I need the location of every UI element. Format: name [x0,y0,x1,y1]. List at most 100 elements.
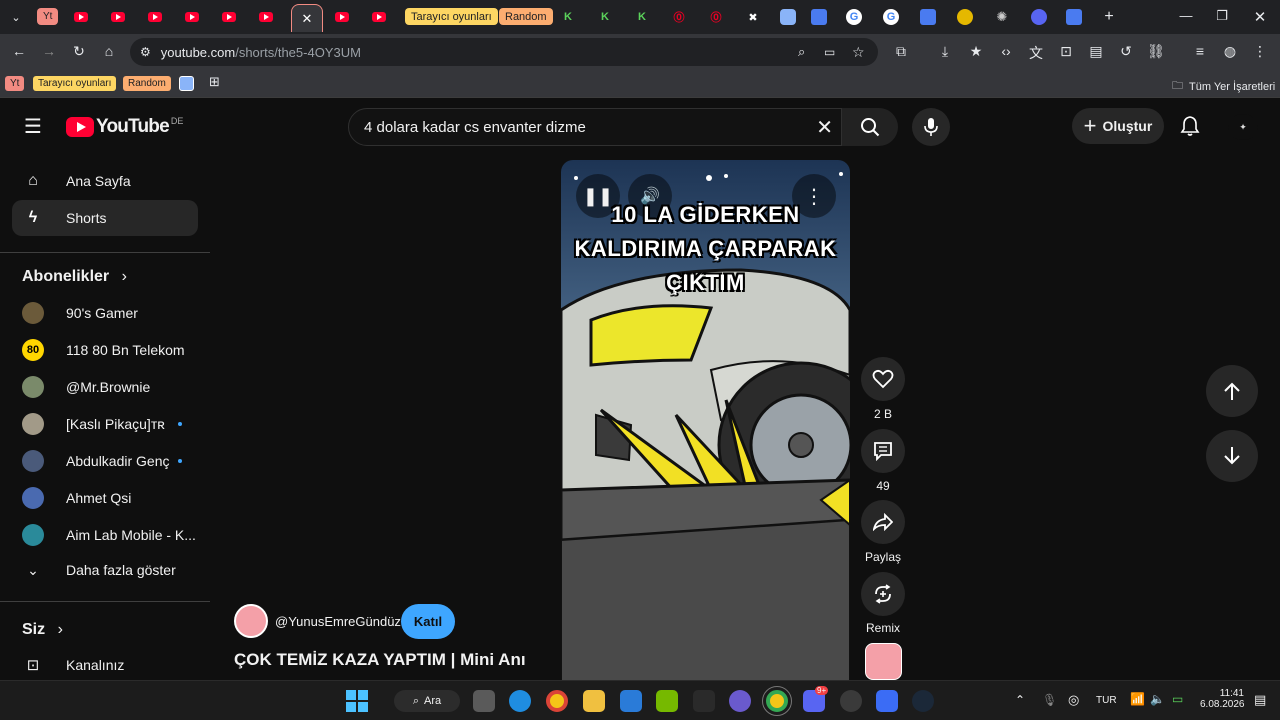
language-indicator[interactable]: TUR [1096,695,1117,706]
next-short-button[interactable] [1206,430,1258,482]
chat-app-icon[interactable] [729,690,751,712]
sidebar-panel-icon[interactable]: ▤ [1087,43,1105,60]
history-icon[interactable]: ↺ [1117,43,1135,60]
roblox-favicon-icon[interactable] [811,9,827,25]
subscription-item[interactable]: @Mr.Brownie [12,369,198,405]
menu-kebab-icon[interactable]: ⋮ [1251,43,1269,60]
forward-icon[interactable]: → [40,43,58,59]
show-more-button[interactable]: ⌄ Daha fazla göster [12,552,198,588]
roblox-favicon-icon[interactable] [1066,9,1082,25]
search-input[interactable]: 4 dolara kadar cs envanter dizme ✕ [348,108,842,146]
tray-app-icon[interactable]: ◎ [1068,692,1079,708]
bookmark-folder-yt[interactable]: Yt [5,76,25,91]
all-bookmarks-link[interactable]: Tüm Yer İşaretleri [1189,81,1275,93]
sound-thumbnail[interactable] [865,643,902,680]
pinterest-favicon-icon[interactable]: ⓪ [668,6,690,28]
roblox-favicon-icon[interactable] [920,9,936,25]
speaker-icon[interactable]: 🔈 [1150,692,1165,706]
mail-icon[interactable] [620,690,642,712]
edge-icon[interactable] [509,690,531,712]
shorts-video-player[interactable]: ❚❚ 🔊 ⋮ 10 LA GİDERKEN KALDIRIMA ÇARPARAK… [561,160,850,682]
you-header[interactable]: Siz › [22,621,63,639]
bookmark-square-icon[interactable] [179,76,194,91]
restore-icon[interactable]: ❐ [1212,8,1232,24]
tray-mic-icon[interactable]: 🎙 [1042,693,1057,707]
bookmark-star-icon[interactable]: ☆ [852,44,865,61]
comments-button[interactable] [861,429,905,473]
youtube-tab[interactable] [251,6,281,28]
channel-avatar[interactable] [234,604,268,638]
apps-grid-icon[interactable]: ⊞ [204,74,225,89]
wifi-icon[interactable]: 📶 [1130,692,1145,706]
active-tab-close-icon[interactable]: ✕ [291,4,323,32]
previous-short-button[interactable] [1206,365,1258,417]
k-game-favicon-icon[interactable]: K [631,6,653,28]
file-explorer-icon[interactable] [583,690,605,712]
like-button[interactable] [861,357,905,401]
coin-favicon-icon[interactable] [957,9,973,25]
steam-icon[interactable] [912,690,934,712]
minimize-icon[interactable]: — [1176,8,1196,23]
back-icon[interactable]: ← [10,43,28,59]
hamburger-menu-icon[interactable]: ☰ [24,117,42,137]
screenshot-icon[interactable]: ⊡ [1057,43,1075,60]
app-icon[interactable] [693,690,715,712]
sidebar-item-shorts[interactable]: ϟ Shorts [12,200,198,236]
home-icon[interactable]: ⌂ [100,43,118,59]
youtube-tab[interactable] [140,6,170,28]
notifications-bell-icon[interactable] [1180,115,1200,142]
account-avatar[interactable]: ✦ [1228,114,1258,140]
google-favicon-icon[interactable]: G [883,9,899,25]
sidebar-item-home[interactable]: ⌂ Ana Sayfa [12,163,198,199]
pinterest-favicon-icon[interactable]: ⓪ [705,6,727,28]
roblox-icon[interactable] [876,690,898,712]
favorites-icon[interactable]: ★ [967,43,985,60]
tray-chevron-up-icon[interactable]: ⌃ [1015,693,1025,707]
subscription-item[interactable]: Ahmet Qsi [12,480,198,516]
search-button[interactable] [842,108,898,146]
k-game-favicon-icon[interactable]: K [557,6,579,28]
link-icon[interactable]: ⛓ [1147,43,1165,60]
address-bar[interactable]: ⚙ youtube.com/shorts/the5-4OY3UM ⌕ ▭ ☆ [130,38,878,66]
clock[interactable]: 11:41 6.08.2026 [1200,688,1245,710]
reload-icon[interactable]: ↻ [70,43,88,60]
zoom-icon[interactable]: ⌕ [798,44,805,60]
youtube-tab[interactable] [66,6,96,28]
youtube-logo[interactable]: YouTube DE [66,116,183,138]
translate-icon[interactable]: 文 [1027,43,1045,63]
site-info-icon[interactable]: ⚙ [140,45,151,59]
sidebar-item-your-channel[interactable]: ⊡ Kanalınız [12,647,198,683]
profile-icon[interactable]: ◍ [1221,43,1239,60]
notification-center-icon[interactable]: ▤ [1254,692,1266,708]
tab-group-yt[interactable]: Yt [37,8,59,25]
subscription-item[interactable]: [Kaslı Pikaçu]ᴛʀ [12,406,198,442]
new-tab-plus-icon[interactable]: + [1100,6,1118,28]
blue-square-favicon-icon[interactable] [780,9,796,25]
subscription-item[interactable]: Aim Lab Mobile - K... [12,517,198,553]
battery-icon[interactable]: ▭ [1172,692,1183,706]
youtube-tab[interactable] [214,6,244,28]
subscription-item[interactable]: Abdulkadir Genç [12,443,198,479]
windows-start-icon[interactable] [346,690,368,712]
channel-name[interactable]: @YunusEmreGündüz [275,614,401,629]
share-button[interactable] [861,500,905,544]
bookmark-folder-random[interactable]: Random [123,76,171,91]
chatgpt-favicon-icon[interactable]: ✺ [994,6,1010,28]
remix-button[interactable] [861,572,905,616]
chrome-active-icon[interactable] [762,686,792,716]
taskbar-search[interactable]: ⌕ Ara [394,690,460,712]
extensions-icon[interactable]: ⧉ [892,43,910,60]
task-view-icon[interactable] [473,690,495,712]
nvidia-icon[interactable] [656,690,678,712]
download-icon[interactable]: ⤓ [936,43,954,60]
tab-group-random[interactable]: Random [499,8,553,25]
tab-group-games[interactable]: Tarayıcı oyunları [405,8,498,25]
reading-list-icon[interactable]: ≡ [1191,43,1209,59]
clear-search-icon[interactable]: ✕ [816,115,833,140]
youtube-tab[interactable] [364,6,394,28]
close-window-icon[interactable]: ✕ [1250,8,1270,26]
short-title[interactable]: ÇOK TEMİZ KAZA YAPTIM | Mini Anı [234,650,526,670]
chrome-icon[interactable] [546,690,568,712]
voice-search-button[interactable] [912,108,950,146]
devtools-icon[interactable]: ‹› [997,43,1015,59]
